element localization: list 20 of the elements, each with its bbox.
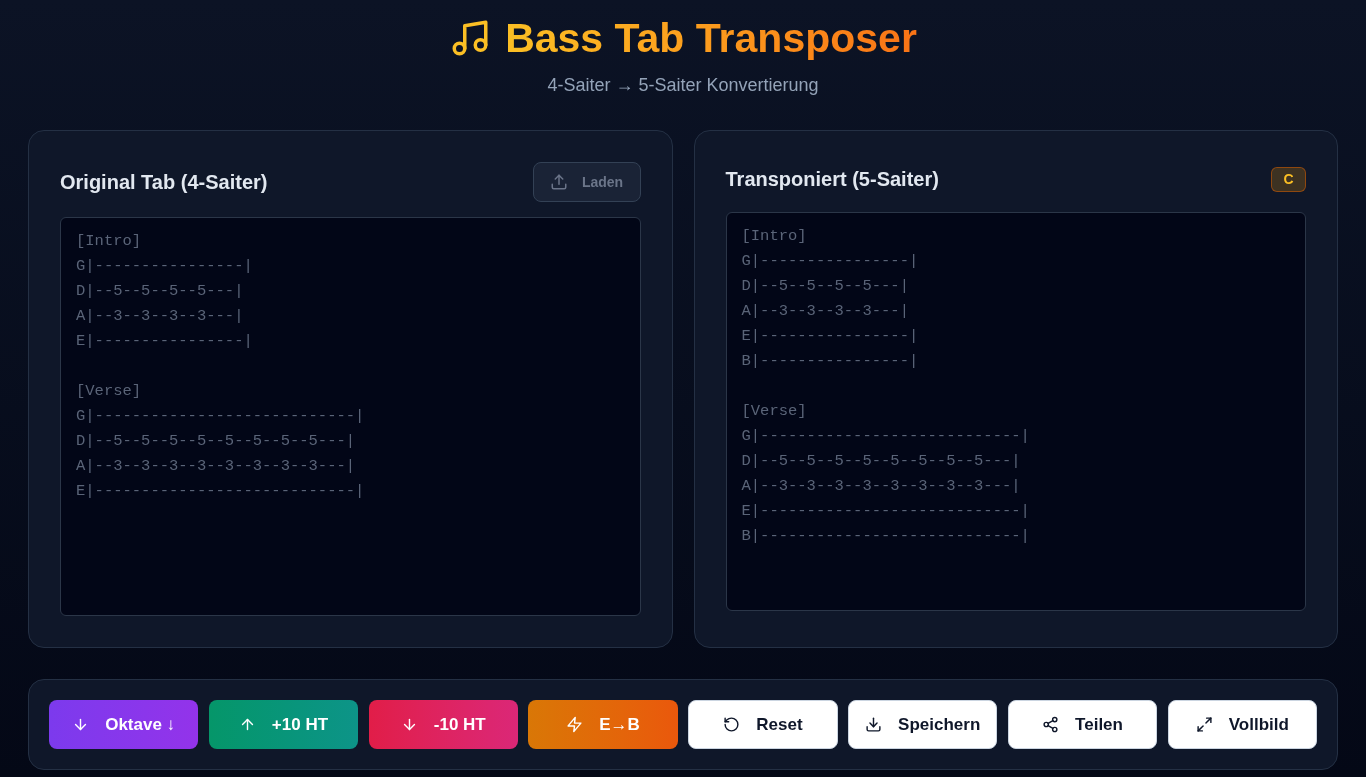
tab-text-field[interactable]: [Intro] G|----------------| D|--5--5--5--5---| A|--3--3--3--3---| E|----------------| B|----------------| [Verse] G|----------------------------| D|--5--5--5--5--5--5--5--5---| A|--3--3--3--3--3--3--3--3---| E|----------------------------| B|----------------------------| [725,212,1306,611]
convert-button[interactable]: E→B [528,700,678,749]
key-badge: C [1271,167,1306,192]
panel-title: Original Tab (4-Saiter) [60,169,268,195]
tab-text-field[interactable]: [Intro] G|----------------| D|--5--5--5--5---| A|--3--3--3--3---| E|----------------| [Verse] G|----------------------------| D|--5--5--5--5--5--5--5--5---| A|--3--3--3--3--3--3--3--3---| E|----------------------------| [60,217,641,616]
share-button[interactable]: Teilen [1007,700,1158,749]
fullscreen-button[interactable]: Vollbild [1167,700,1317,749]
octave-down-button[interactable]: Oktave ↓ [49,700,199,749]
app-subtitle: 4-Saiter → 5-Saiter Konvertierung [547,74,819,97]
share-icon [1042,716,1060,733]
reset-icon [723,716,741,733]
upload-icon [549,173,568,191]
reset-button[interactable]: Reset [688,700,838,749]
transpose-down-button[interactable]: -10 HT [368,700,518,749]
lightning-icon [566,716,584,733]
transpose-up-button[interactable]: +10 HT [208,700,359,749]
save-button[interactable]: Speichern [848,700,998,749]
panel-title: Transponiert (5-Saiter) [725,167,939,192]
download-icon [865,716,883,733]
fullscreen-icon [1195,716,1213,733]
